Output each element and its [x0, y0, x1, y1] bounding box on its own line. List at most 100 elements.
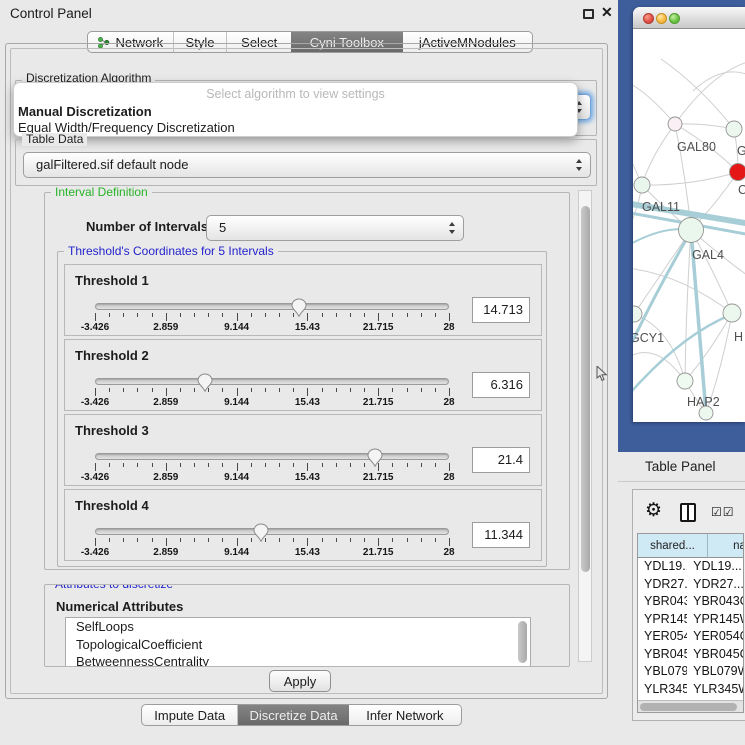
tab-discretize-data[interactable]: Discretize Data — [238, 705, 348, 725]
bottom-tab-bar: Impute Data Discretize Data Infer Networ… — [141, 704, 462, 726]
close-icon[interactable]: ✕ — [601, 4, 613, 21]
slider-tick — [137, 463, 138, 467]
slider-tick-label: 9.144 — [212, 397, 262, 408]
attributes-group: Attributes to discretize Numerical Attri… — [44, 584, 570, 667]
slider-tick-label: 28 — [424, 547, 474, 558]
dropdown-option-manual[interactable]: Manual Discretization — [17, 104, 574, 119]
table-hscrollbar[interactable] — [638, 700, 743, 712]
number-of-intervals-combobox[interactable]: 5 — [206, 215, 464, 241]
slider-track[interactable] — [95, 528, 449, 535]
window-close-icon[interactable] — [643, 13, 654, 24]
network-node[interactable] — [634, 177, 650, 193]
network-edge[interactable] — [633, 268, 732, 313]
network-node[interactable] — [726, 121, 742, 137]
list-scrollbar-thumb[interactable] — [518, 621, 527, 663]
threshold-panel-1: Threshold 1-3.4262.8599.14415.4321.71528… — [64, 264, 542, 336]
threshold-panel-4: Threshold 4-3.4262.8599.14415.4321.71528… — [64, 489, 542, 561]
table-cell: YBL079W — [687, 663, 743, 681]
column-header-name[interactable]: name — [708, 534, 744, 558]
slider-thumb[interactable] — [253, 523, 269, 542]
attribute-items: SelfLoopsTopologicalCoefficientBetweenne… — [66, 618, 530, 667]
attribute-list-item[interactable]: SelfLoops — [66, 618, 530, 636]
network-node[interactable] — [677, 373, 693, 389]
slider-tick — [392, 538, 393, 542]
table-row[interactable]: YLR345WYLR345W — [638, 681, 743, 699]
checkboxes-icon[interactable]: ☑☑ — [711, 505, 735, 519]
network-edge[interactable] — [634, 230, 691, 314]
table-row[interactable]: YDL19...YDL19... — [638, 558, 743, 576]
window-zoom-icon[interactable] — [669, 13, 680, 24]
slider-tick — [152, 463, 153, 467]
gear-icon[interactable]: ⚙ — [645, 499, 662, 522]
slider-track[interactable] — [95, 378, 449, 385]
threshold-label: Threshold 2 — [75, 348, 149, 363]
network-edge[interactable] — [633, 353, 685, 381]
slider-tick — [279, 313, 280, 317]
interval-definition-group: Interval Definition Number of Intervals … — [44, 192, 570, 570]
table-row[interactable]: YBR045CYBR045C — [638, 646, 743, 664]
table-row[interactable]: YBL079WYBL079W — [638, 663, 743, 681]
mouse-cursor — [596, 366, 608, 383]
network-edge[interactable] — [685, 230, 691, 381]
threshold-value-field[interactable]: 21.4 — [472, 447, 530, 473]
numerical-attributes-list[interactable]: SelfLoopsTopologicalCoefficientBetweenne… — [65, 617, 531, 667]
slider-track[interactable] — [95, 303, 449, 310]
slider-tick — [336, 538, 337, 542]
slider-tick — [251, 313, 252, 317]
tab-infer-network[interactable]: Infer Network — [349, 705, 461, 725]
slider-tick-label: 2.859 — [141, 397, 191, 408]
network-node[interactable] — [668, 117, 682, 131]
network-node[interactable] — [730, 164, 745, 181]
attribute-list-item[interactable]: TopologicalCoefficient — [66, 636, 530, 654]
threshold-value-field[interactable]: 6.316 — [472, 372, 530, 398]
network-edge[interactable] — [642, 172, 738, 185]
table-data-combobox[interactable]: galFiltered.sif default node — [23, 152, 591, 178]
slider-thumb[interactable] — [197, 373, 213, 392]
network-node[interactable] — [633, 306, 642, 322]
slider-tick — [265, 388, 266, 392]
table-hscrollbar-thumb[interactable] — [640, 703, 737, 711]
slider-track[interactable] — [95, 453, 449, 460]
content-scrollbar-thumb[interactable] — [581, 206, 590, 572]
dropdown-option-equal-width[interactable]: Equal Width/Frequency Discretization — [17, 120, 574, 135]
slider-tick — [336, 463, 337, 467]
slider-tick — [378, 388, 379, 396]
network-edge[interactable] — [633, 81, 675, 124]
columns-icon[interactable] — [680, 503, 696, 522]
tab-impute-data-label: Impute Data — [154, 708, 225, 723]
table-row[interactable]: YER054CYER054C — [638, 628, 743, 646]
threshold-value-field[interactable]: 14.713 — [472, 297, 530, 323]
network-canvas[interactable]: GAL80GACGAL11GAL4GCY1HHAP2 — [633, 29, 745, 422]
network-node[interactable] — [679, 218, 704, 243]
table-row[interactable]: YPR145WYPR145W — [638, 611, 743, 629]
window-minimize-icon[interactable] — [656, 13, 667, 24]
table-row[interactable]: YDR27...YDR27... — [638, 576, 743, 594]
slider-thumb[interactable] — [367, 448, 383, 467]
slider-tick — [449, 538, 450, 546]
table-cell: YER054C — [687, 628, 743, 646]
float-window-icon[interactable] — [583, 9, 594, 19]
apply-button[interactable]: Apply — [269, 670, 331, 692]
table-cell: YDL19... — [638, 558, 687, 576]
network-window-titlebar[interactable] — [633, 7, 745, 29]
network-node[interactable] — [723, 304, 741, 322]
network-edge[interactable] — [675, 61, 745, 124]
slider-tick — [208, 538, 209, 542]
slider-tick — [307, 313, 308, 321]
slider-tick — [152, 313, 153, 317]
slider-tick — [137, 388, 138, 392]
attribute-list-item[interactable]: BetweennessCentrality — [66, 653, 530, 667]
threshold-value-field[interactable]: 11.344 — [472, 522, 530, 548]
network-edge[interactable] — [693, 72, 745, 91]
network-edge[interactable] — [675, 124, 734, 129]
tab-impute-data[interactable]: Impute Data — [142, 705, 238, 725]
content-scrollbar[interactable] — [578, 190, 592, 662]
slider-tick — [279, 538, 280, 542]
slider-tick — [435, 388, 436, 392]
slider-thumb[interactable] — [291, 298, 307, 317]
column-header-shared-name[interactable]: shared... — [638, 534, 708, 558]
table-row[interactable]: YBR043CYBR043C — [638, 593, 743, 611]
slider-tick — [180, 313, 181, 317]
table-cell: YDR27... — [687, 576, 743, 594]
network-edge[interactable] — [642, 124, 675, 185]
